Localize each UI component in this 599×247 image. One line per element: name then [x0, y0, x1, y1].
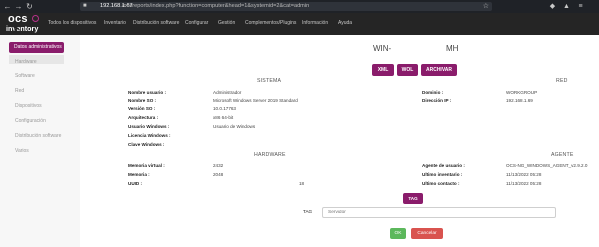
field-value-last-inventory: 11/13/2022 05:28: [506, 172, 542, 177]
sidebar-item-label: Datos administrativos: [14, 44, 62, 50]
tag-input[interactable]: [322, 207, 556, 218]
archive-button[interactable]: ARCHIVAR: [421, 64, 457, 76]
computer-name-prefix: WIN-: [373, 44, 392, 53]
field-value-memory: 2048: [213, 172, 224, 177]
section-hardware: HARDWARE: [254, 152, 286, 158]
field-label-os-version: Versión SO :: [128, 106, 156, 111]
menu-all-devices[interactable]: Todos los dispositivos: [48, 19, 96, 28]
ok-button[interactable]: OK: [390, 228, 406, 239]
lock-icon: ■: [83, 3, 87, 9]
menu-icon[interactable]: ≡: [576, 2, 585, 11]
logo-mark-icon: [32, 15, 39, 22]
sidebar-item-hardware[interactable]: Hardware: [15, 59, 37, 66]
tag-button[interactable]: TAG: [403, 193, 423, 204]
section-system: SISTEMA: [257, 78, 282, 84]
menu-help[interactable]: Ayuda: [338, 19, 352, 28]
sidebar-item-admin-data[interactable]: Datos administrativos: [9, 42, 64, 53]
extensions-icon[interactable]: ▲: [562, 2, 571, 11]
field-label-ip-address: Dirección IP :: [422, 98, 452, 103]
field-label-user-agent: Agente de usuario :: [422, 163, 465, 168]
shield-icon[interactable]: ◆: [548, 2, 557, 11]
forward-icon[interactable]: →: [14, 2, 23, 11]
field-label-last-contact: Ultimo contacto :: [422, 181, 460, 186]
section-network: RED: [556, 78, 568, 84]
app-header: ocs inventory Todos los dispositivos Inv…: [0, 13, 599, 35]
xml-button[interactable]: XML: [372, 64, 394, 76]
reload-icon[interactable]: ↻: [25, 2, 34, 11]
sidebar-item-software-deployment[interactable]: Distribución software: [15, 133, 61, 140]
field-value-windows-user: Usuario de Windows: [213, 124, 256, 129]
sidebar-item-devices[interactable]: Dispositivos: [15, 103, 42, 110]
section-agent: AGENTE: [551, 152, 574, 158]
computer-name-suffix: MH: [446, 44, 459, 53]
mouse-pointer-icon: ➤: [13, 24, 20, 33]
field-value-ip-address: 192.168.1.69: [506, 98, 533, 103]
field-label-windows-key: Clave Windows :: [128, 142, 165, 147]
browser-toolbar: ← → ↻ ■ 192.168.1.67 /ocsreports/index.p…: [0, 0, 599, 13]
menu-plugins[interactable]: Complementos/Plugins: [245, 19, 296, 28]
sidebar: Datos administrativos Hardware Software …: [0, 35, 80, 247]
field-value-os-version: 10.0.17763: [213, 106, 236, 111]
sidebar-item-misc[interactable]: Varios: [15, 148, 29, 155]
ocs-logo[interactable]: ocs inventory: [6, 14, 40, 34]
menu-inventory[interactable]: Inventario: [104, 19, 126, 28]
back-icon[interactable]: ←: [3, 2, 12, 11]
field-label-last-inventory: Ultimo inventario :: [422, 172, 463, 177]
field-value-architecture: x86 64-bit: [213, 115, 234, 120]
url-path: /ocsreports/index.php?function=computer&…: [122, 3, 310, 9]
field-label-uuid: UUID :: [128, 181, 143, 186]
field-label-virtual-memory: Memoria virtual :: [128, 163, 165, 168]
field-value-virtual-memory: 2432: [213, 163, 224, 168]
wol-button[interactable]: WOL: [397, 64, 418, 76]
menu-information[interactable]: Información: [302, 19, 328, 28]
field-label-domain: Dominio :: [422, 90, 444, 95]
field-label-windows-user: Usuario Windows :: [128, 124, 170, 129]
sidebar-item-configuration[interactable]: Configuración: [15, 118, 46, 125]
field-label-os-name: Nombre SO :: [128, 98, 157, 103]
cancel-button[interactable]: Cancelar: [411, 228, 443, 239]
field-value-domain: WORKGROUP: [506, 90, 538, 95]
field-label-architecture: Arquitectura :: [128, 115, 159, 120]
menu-configure[interactable]: Configurar: [185, 19, 208, 28]
field-value-user-agent: OCS-NG_WINDOWS_AGENT_v2.9.2.0: [506, 163, 588, 168]
tag-field-label: TAG: [303, 209, 313, 214]
sidebar-item-network[interactable]: Red: [15, 88, 24, 95]
menu-manage[interactable]: Gestión: [218, 19, 235, 28]
field-label-memory: Memoria :: [128, 172, 150, 177]
field-label-windows-license: Licencia Windows :: [128, 133, 171, 138]
menu-software-deployment[interactable]: Distribución software: [133, 19, 179, 28]
field-label-username: Nombre usuario :: [128, 90, 167, 95]
address-bar[interactable]: ■ 192.168.1.67 /ocsreports/index.php?fun…: [80, 2, 492, 11]
bookmark-star-icon[interactable]: ☆: [483, 2, 489, 11]
field-value-last-contact: 11/13/2022 05:28: [506, 181, 542, 186]
sidebar-item-software[interactable]: Software: [15, 73, 35, 80]
field-value-os-name: Microsoft Windows Server 2019 Standard: [213, 98, 298, 103]
field-value-uuid: 18: [299, 181, 305, 186]
logo-subtext: inventory: [6, 24, 39, 33]
field-value-username: Administrador: [213, 90, 242, 95]
